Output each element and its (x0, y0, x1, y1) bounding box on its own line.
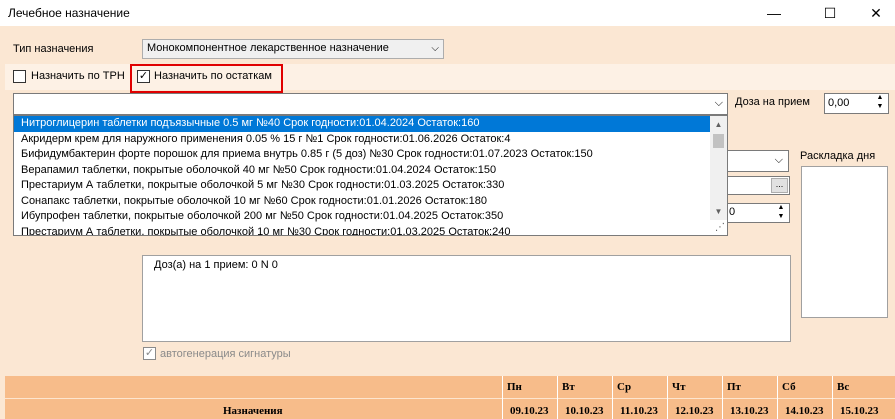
column-divider (832, 376, 833, 419)
maximize-button[interactable]: ☐ (807, 0, 853, 26)
day-header-mon: Пн (507, 381, 522, 393)
signature-textarea[interactable]: Доз(а) на 1 прием: 0 N 0 (142, 255, 791, 342)
column-divider (502, 376, 503, 419)
hidden-select[interactable]: ⌵ (723, 150, 789, 172)
minimize-button[interactable]: — (751, 0, 797, 26)
list-item[interactable]: Престариум А таблетки, покрытые оболочко… (14, 225, 727, 236)
spin-down-icon[interactable]: ▼ (774, 213, 788, 220)
scroll-down-icon[interactable]: ▼ (710, 203, 727, 220)
title-bar: Лечебное назначение — ☐ ✕ (0, 0, 895, 26)
type-select[interactable]: Монокомпонентное лекарственное назначени… (142, 39, 444, 59)
list-item[interactable]: Нитроглицерин таблетки подъязычные 0.5 м… (14, 116, 727, 132)
close-button[interactable]: ✕ (853, 0, 895, 26)
day-header-wed: Ср (617, 381, 632, 393)
dose-input[interactable]: 0,00 ▲ ▼ (824, 93, 889, 114)
by-trn-checkbox[interactable] (13, 70, 26, 83)
list-item[interactable]: Престариум А таблетки, покрытые оболочко… (14, 178, 727, 194)
scroll-up-icon[interactable]: ▲ (710, 116, 727, 133)
resize-grip-icon[interactable]: ⋰ (715, 222, 725, 233)
chevron-down-icon[interactable]: ⌵ (715, 97, 723, 110)
day-header-sat: Сб (782, 381, 796, 393)
date-header: 09.10.23 (510, 405, 549, 417)
autogen-label: автогенерация сигнатуры (160, 348, 291, 360)
spin-up-icon[interactable]: ▲ (873, 94, 887, 101)
day-header-tue: Вт (562, 381, 575, 393)
type-select-value: Монокомпонентное лекарственное назначени… (147, 42, 389, 54)
date-header: 14.10.23 (785, 405, 824, 417)
table-divider (5, 398, 895, 399)
small-number-value: 0 (729, 206, 736, 218)
browse-button[interactable]: ... (771, 178, 788, 193)
hidden-browse-field[interactable]: ... (723, 176, 790, 195)
chevron-down-icon[interactable]: ⌵ (775, 154, 783, 167)
drug-dropdown-list[interactable]: Нитроглицерин таблетки подъязычные 0.5 м… (13, 115, 728, 236)
list-scrollbar[interactable]: ▲ ▼ (710, 116, 727, 220)
column-divider (777, 376, 778, 419)
signature-text: Доз(а) на 1 прием: 0 N 0 (154, 259, 278, 271)
day-header-sun: Вс (837, 381, 850, 393)
window-title: Лечебное назначение (8, 6, 130, 20)
day-header-fri: Пт (727, 381, 741, 393)
list-item[interactable]: Сонапакс таблетки, покрытые оболочкой 10… (14, 194, 727, 210)
list-item[interactable]: Верапамил таблетки, покрытые оболочкой 4… (14, 163, 727, 179)
dose-value: 0,00 (828, 97, 850, 109)
date-header: 15.10.23 (840, 405, 879, 417)
autogen-checkbox[interactable]: ✓ (143, 347, 156, 360)
date-header: 11.10.23 (620, 405, 658, 417)
dose-label: Доза на прием (735, 96, 810, 108)
day-layout-panel[interactable] (801, 166, 888, 318)
date-header: 13.10.23 (730, 405, 769, 417)
day-header-thu: Чт (672, 381, 686, 393)
column-divider (612, 376, 613, 419)
drug-search-combo[interactable]: ⌵ (13, 93, 728, 115)
spin-up-icon[interactable]: ▲ (774, 204, 788, 211)
date-header: 10.10.23 (565, 405, 604, 417)
day-layout-label: Раскладка дня (800, 150, 876, 162)
schedule-table-header: Назначения Пн Вт Ср Чт Пт Сб Вс 09.10.23… (5, 376, 895, 419)
highlight-box (130, 64, 283, 93)
list-item[interactable]: Ибупрофен таблетки, покрытые оболочкой 2… (14, 209, 727, 225)
row-header: Назначения (223, 405, 283, 417)
column-divider (557, 376, 558, 419)
column-divider (667, 376, 668, 419)
date-header: 12.10.23 (675, 405, 714, 417)
type-label: Тип назначения (13, 43, 94, 55)
small-number-input[interactable]: 0 ▲ ▼ (723, 203, 790, 223)
by-trn-label: Назначить по ТРН (31, 70, 125, 82)
spin-down-icon[interactable]: ▼ (873, 103, 887, 110)
scroll-thumb[interactable] (713, 134, 724, 148)
column-divider (722, 376, 723, 419)
list-item[interactable]: Бифидумбактерин форте порошок для приема… (14, 147, 727, 163)
list-item[interactable]: Акридерм крем для наружного применения 0… (14, 132, 727, 148)
chevron-down-icon: ⌵ (431, 43, 439, 54)
